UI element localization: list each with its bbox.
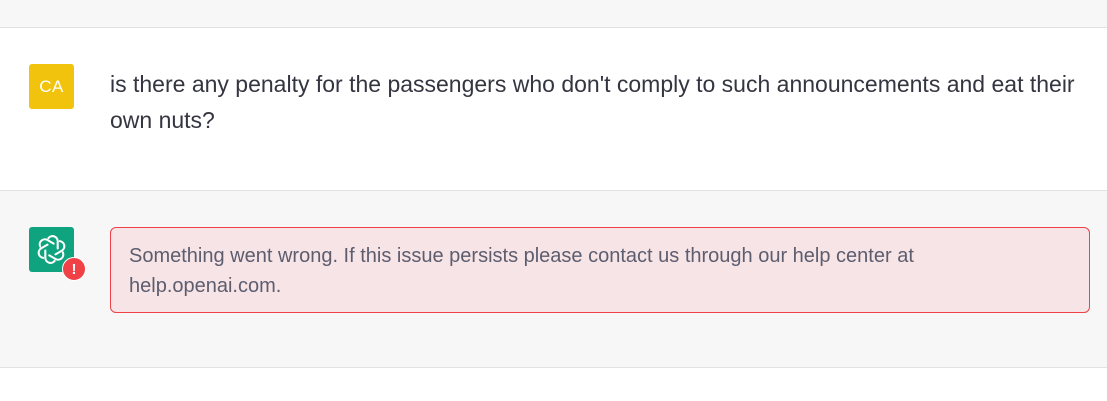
assistant-message-row: ! Something went wrong. If this issue pe…	[0, 191, 1107, 368]
user-initials: CA	[39, 76, 64, 96]
error-badge-icon: !	[62, 257, 86, 281]
user-message-text: is there any penalty for the passengers …	[110, 71, 1075, 133]
error-message-text: Something went wrong. If this issue pers…	[129, 245, 914, 297]
error-badge-mark: !	[71, 260, 77, 278]
previous-message-strip	[0, 0, 1107, 28]
user-avatar: CA	[29, 64, 74, 109]
error-message-box: Something went wrong. If this issue pers…	[110, 227, 1090, 313]
user-message-row: CA is there any penalty for the passenge…	[0, 28, 1107, 191]
openai-logo-icon	[37, 235, 66, 264]
